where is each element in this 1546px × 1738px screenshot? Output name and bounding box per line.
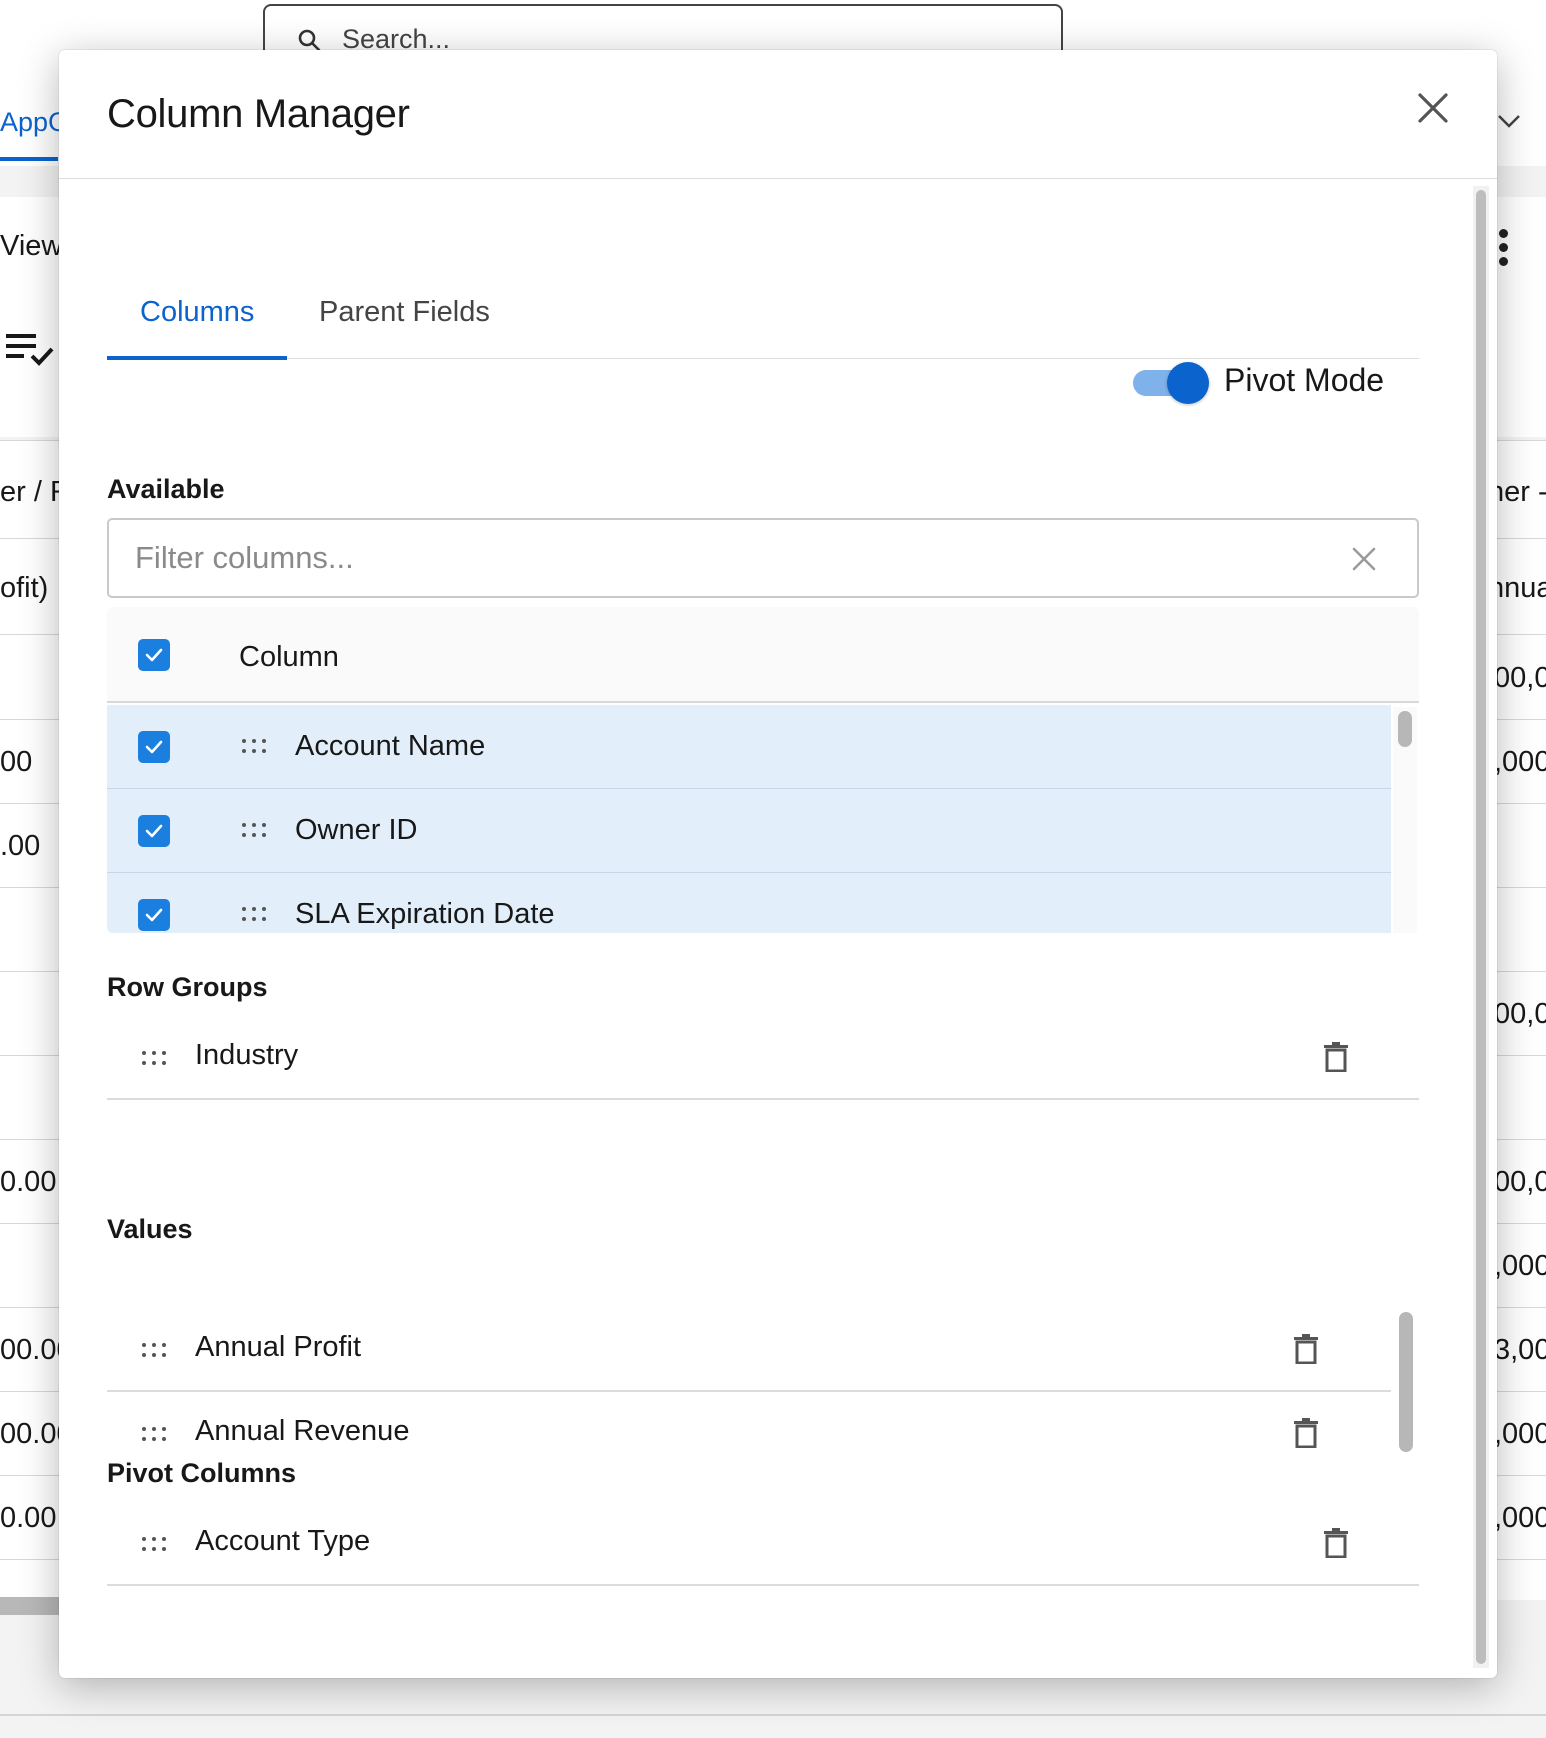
grid-cell: ,000 <box>1494 1250 1546 1282</box>
search-icon <box>298 29 321 52</box>
checkmark-icon <box>145 908 163 922</box>
grid-cell: 00,0 <box>1494 662 1546 694</box>
delete-trash-icon[interactable] <box>1324 1042 1348 1072</box>
grid-horizontal-scrollbar[interactable] <box>0 1597 60 1615</box>
pivot-mode-toggle[interactable] <box>1131 362 1209 404</box>
dialog-tabs: Columns Parent Fields <box>107 240 1419 360</box>
column-header-label: Column <box>239 641 339 673</box>
drag-handle-icon[interactable] <box>142 1343 168 1359</box>
dialog-title: Column Manager <box>107 92 410 136</box>
filter-columns-field <box>107 518 1419 598</box>
app-footer-divider <box>0 1714 1546 1716</box>
row-group-name: Industry <box>195 1039 299 1071</box>
tab-columns[interactable]: Columns <box>107 240 287 360</box>
delete-trash-icon[interactable] <box>1294 1334 1318 1364</box>
list-check-icon[interactable] <box>6 332 56 368</box>
dialog-header: Column Manager <box>59 50 1497 179</box>
grid-cell: ,000 <box>1494 1418 1546 1450</box>
drag-handle-icon[interactable] <box>242 823 268 839</box>
value-name: Annual Revenue <box>195 1415 410 1447</box>
values-list: Annual Profit Annual Revenue <box>107 1308 1419 1468</box>
grid-cell: 00,0 <box>1494 998 1546 1030</box>
view-label: View <box>0 230 63 262</box>
column-name: Owner ID <box>295 814 418 846</box>
select-all-checkbox[interactable] <box>138 639 170 671</box>
column-manager-dialog: Column Manager Columns Parent Fields Piv… <box>59 50 1497 1678</box>
available-columns-table: Column Account Name Owner ID SLA Expirat… <box>107 607 1419 933</box>
tab-columns-label: Columns <box>140 296 255 328</box>
value-item[interactable]: Annual Profit <box>107 1308 1391 1392</box>
close-icon <box>1418 93 1448 123</box>
drag-handle-icon[interactable] <box>142 1537 168 1553</box>
pivot-column-name: Account Type <box>195 1525 371 1557</box>
checkmark-icon <box>145 824 163 838</box>
grid-cell: 00,0 <box>1494 1166 1546 1198</box>
table-row[interactable]: Account Name <box>107 705 1391 789</box>
chevron-down-icon[interactable] <box>1497 114 1521 128</box>
checkmark-icon <box>145 648 163 662</box>
pivot-column-item[interactable]: Account Type <box>107 1502 1419 1586</box>
row-checkbox[interactable] <box>138 731 170 763</box>
clear-filter-icon[interactable] <box>1349 544 1379 574</box>
column-name: Account Name <box>295 730 486 762</box>
pivot-mode-label: Pivot Mode <box>1224 362 1385 398</box>
grid-cell: .00 <box>0 830 41 862</box>
table-row[interactable]: SLA Expiration Date <box>107 873 1391 933</box>
grid-cell: 00 <box>0 746 33 778</box>
column-name: SLA Expiration Date <box>295 898 555 930</box>
pivot-mode-toggle-knob <box>1167 362 1209 404</box>
grid-cell: 3,00 <box>1494 1334 1546 1366</box>
available-section-label: Available <box>107 474 225 504</box>
values-section-label: Values <box>107 1214 193 1244</box>
drag-handle-icon[interactable] <box>142 1051 168 1067</box>
tab-parent-fields-label: Parent Fields <box>319 296 490 328</box>
table-header: Column <box>107 607 1419 703</box>
row-checkbox[interactable] <box>138 899 170 931</box>
table-row[interactable]: Owner ID <box>107 789 1391 873</box>
grid-cell: ,000 <box>1494 746 1546 778</box>
filter-columns-input[interactable] <box>135 538 1315 578</box>
drag-handle-icon[interactable] <box>242 907 268 923</box>
value-item[interactable]: Annual Revenue <box>107 1392 1391 1476</box>
grid-cell: ,000 <box>1494 1502 1546 1534</box>
grid-cell: 0.00 <box>0 1502 57 1534</box>
row-group-item[interactable]: Industry <box>107 1016 1419 1100</box>
checkmark-icon <box>145 740 163 754</box>
tab-parent-fields[interactable]: Parent Fields <box>287 240 517 359</box>
grid-subheader-left: ofit) <box>0 572 49 604</box>
drag-handle-icon[interactable] <box>142 1427 168 1443</box>
app-tab-underline <box>0 157 58 161</box>
grid-cell: 0.00 <box>0 1166 57 1198</box>
delete-trash-icon[interactable] <box>1324 1528 1348 1558</box>
more-options-icon[interactable] <box>1499 229 1509 271</box>
pivot-columns-section-label: Pivot Columns <box>107 1458 297 1488</box>
value-name: Annual Profit <box>195 1331 362 1363</box>
values-scrollbar-thumb[interactable] <box>1399 1312 1413 1452</box>
row-checkbox[interactable] <box>138 815 170 847</box>
dialog-scrollbar-thumb[interactable] <box>1476 190 1486 1664</box>
delete-trash-icon[interactable] <box>1294 1418 1318 1448</box>
close-button[interactable] <box>1411 86 1455 130</box>
row-groups-section-label: Row Groups <box>107 972 268 1002</box>
drag-handle-icon[interactable] <box>242 739 268 755</box>
active-tab-indicator <box>107 356 287 360</box>
table-scrollbar-thumb[interactable] <box>1398 711 1412 747</box>
